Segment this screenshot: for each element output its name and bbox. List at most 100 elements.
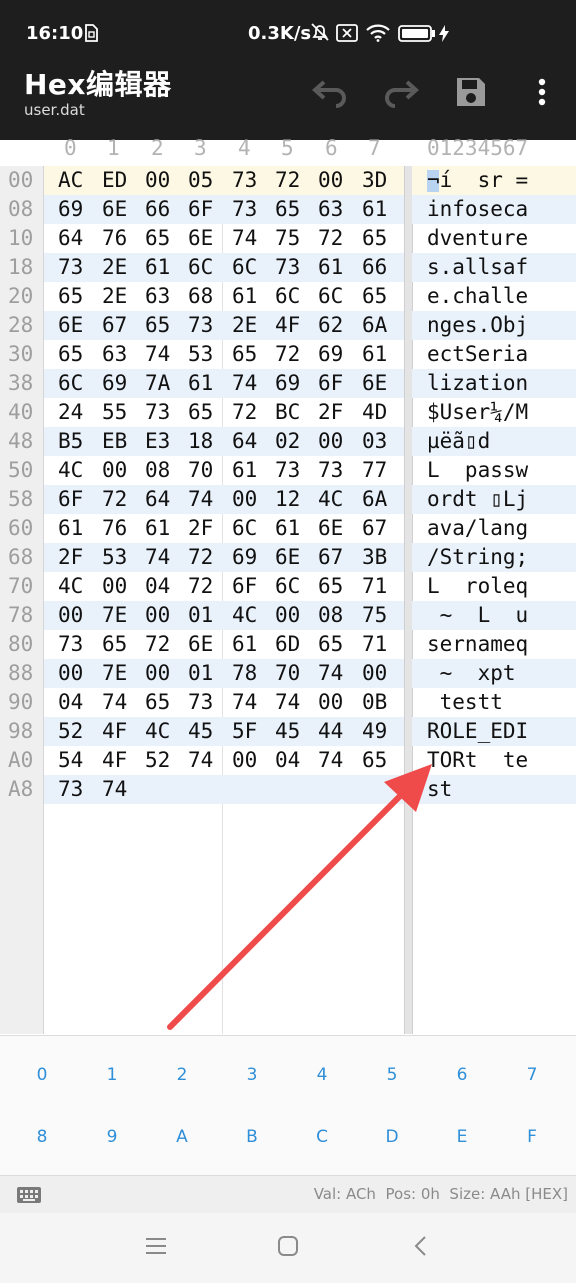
key-8[interactable]: 8	[7, 1117, 77, 1157]
hex-byte[interactable]: 04	[58, 690, 83, 714]
hex-byte[interactable]: 55	[102, 400, 127, 424]
hex-byte[interactable]: 53	[188, 342, 213, 366]
hex-byte[interactable]: 74	[188, 487, 213, 511]
hex-byte[interactable]: 08	[145, 458, 170, 482]
hex-byte[interactable]: 61	[318, 255, 343, 279]
key-2[interactable]: 2	[147, 1055, 217, 1095]
hex-row[interactable]: 70 4C 00 04 72 6F 6C 65 71 L roleq	[0, 572, 576, 601]
hex-byte[interactable]: 61	[275, 516, 300, 540]
hex-byte[interactable]: EB	[102, 429, 127, 453]
key-d[interactable]: D	[357, 1117, 427, 1157]
hex-byte[interactable]: 66	[145, 197, 170, 221]
hex-byte[interactable]: 00	[145, 603, 170, 627]
hex-byte[interactable]: 7A	[145, 371, 170, 395]
ascii-text[interactable]: sernameq	[427, 632, 528, 656]
hex-row[interactable]: 30 65 63 74 53 65 72 69 61 ectSeria	[0, 340, 576, 369]
hex-byte[interactable]: 08	[318, 603, 343, 627]
hex-byte[interactable]: 00	[318, 690, 343, 714]
hex-byte[interactable]: 73	[275, 458, 300, 482]
hex-byte[interactable]: 00	[275, 603, 300, 627]
hex-row[interactable]: 28 6E 67 65 73 2E 4F 62 6A nges.Obj	[0, 311, 576, 340]
hex-byte[interactable]: 63	[102, 342, 127, 366]
key-4[interactable]: 4	[287, 1055, 357, 1095]
hex-byte[interactable]: 69	[232, 545, 257, 569]
hex-byte[interactable]: 00	[362, 661, 387, 685]
key-e[interactable]: E	[427, 1117, 497, 1157]
undo-icon[interactable]	[310, 72, 350, 112]
hex-byte[interactable]: 65	[58, 284, 83, 308]
hex-byte[interactable]: 2F	[188, 516, 213, 540]
hex-byte[interactable]: 61	[145, 516, 170, 540]
hex-byte[interactable]: 00	[58, 603, 83, 627]
ascii-text[interactable]: nges.Obj	[427, 313, 528, 337]
hex-byte[interactable]: 69	[58, 197, 83, 221]
hex-byte[interactable]: 75	[362, 603, 387, 627]
hex-byte[interactable]: 4F	[275, 313, 300, 337]
ascii-text[interactable]: $User¼/M	[427, 400, 528, 424]
hex-row[interactable]: 38 6C 69 7A 61 74 69 6F 6E lization	[0, 369, 576, 398]
ascii-text[interactable]: ava/lang	[427, 516, 528, 540]
hex-byte[interactable]: 73	[318, 458, 343, 482]
hex-byte[interactable]: 00	[145, 661, 170, 685]
hex-byte[interactable]: 64	[232, 429, 257, 453]
hex-byte[interactable]: 69	[275, 371, 300, 395]
hex-byte[interactable]: AC	[58, 168, 83, 192]
hex-row[interactable]: 10 64 76 65 6E 74 75 72 65 dventure	[0, 224, 576, 253]
hex-byte[interactable]: 65	[188, 400, 213, 424]
hex-byte[interactable]: 6A	[362, 313, 387, 337]
more-vert-icon[interactable]	[522, 72, 562, 112]
hex-byte[interactable]: 6C	[275, 284, 300, 308]
hex-byte[interactable]: 6F	[232, 574, 257, 598]
hex-byte[interactable]: 4C	[145, 719, 170, 743]
hex-byte[interactable]: 2F	[318, 400, 343, 424]
hex-byte[interactable]: 00	[102, 574, 127, 598]
hex-byte[interactable]: 74	[318, 748, 343, 772]
hex-byte[interactable]: 0B	[362, 690, 387, 714]
hex-byte[interactable]: 6A	[362, 487, 387, 511]
hex-byte[interactable]: E3	[145, 429, 170, 453]
hex-row[interactable]: 88 00 7E 00 01 78 70 74 00 ~ xpt	[0, 659, 576, 688]
key-5[interactable]: 5	[357, 1055, 427, 1095]
hex-byte[interactable]: 3D	[362, 168, 387, 192]
hex-byte[interactable]: 12	[275, 487, 300, 511]
hex-byte[interactable]: 74	[232, 226, 257, 250]
hex-row[interactable]: 60 61 76 61 2F 6C 61 6E 67 ava/lang	[0, 514, 576, 543]
hex-byte[interactable]: 7E	[102, 661, 127, 685]
hex-byte[interactable]: 00	[232, 748, 257, 772]
key-a[interactable]: A	[147, 1117, 217, 1157]
ascii-text[interactable]: /String;	[427, 545, 528, 569]
hex-byte[interactable]: 76	[102, 226, 127, 250]
hex-byte[interactable]: 4D	[362, 400, 387, 424]
key-6[interactable]: 6	[427, 1055, 497, 1095]
hex-byte[interactable]: 61	[232, 284, 257, 308]
hex-byte[interactable]: 6E	[188, 226, 213, 250]
hex-byte[interactable]: 01	[188, 603, 213, 627]
hex-byte[interactable]: 65	[232, 342, 257, 366]
hex-byte[interactable]: 65	[102, 632, 127, 656]
hex-byte[interactable]: 61	[145, 255, 170, 279]
ascii-text[interactable]: L roleq	[427, 574, 528, 598]
hex-byte[interactable]: 6E	[188, 632, 213, 656]
hex-byte[interactable]: 71	[362, 574, 387, 598]
key-f[interactable]: F	[497, 1117, 567, 1157]
hex-byte[interactable]: 68	[188, 284, 213, 308]
hex-byte[interactable]: 65	[362, 284, 387, 308]
hex-byte[interactable]: 05	[188, 168, 213, 192]
hex-byte[interactable]: 6C	[232, 516, 257, 540]
hex-byte[interactable]: 61	[232, 458, 257, 482]
hex-byte[interactable]: 72	[145, 632, 170, 656]
ascii-text[interactable]: ectSeria	[427, 342, 528, 366]
hex-byte[interactable]: 2E	[232, 313, 257, 337]
hex-byte[interactable]: 67	[318, 545, 343, 569]
ascii-text[interactable]: µëã▯d	[427, 429, 490, 453]
hex-byte[interactable]: 64	[145, 487, 170, 511]
hex-byte[interactable]: 00	[232, 487, 257, 511]
hex-byte[interactable]: 64	[58, 226, 83, 250]
hex-byte[interactable]: 6F	[58, 487, 83, 511]
hex-byte[interactable]: 4C	[318, 487, 343, 511]
key-0[interactable]: 0	[7, 1055, 77, 1095]
save-icon[interactable]	[451, 72, 491, 112]
hex-byte[interactable]: 52	[145, 748, 170, 772]
hex-row[interactable]: 90 04 74 65 73 74 74 00 0B testt	[0, 688, 576, 717]
ascii-text[interactable]: dventure	[427, 226, 528, 250]
